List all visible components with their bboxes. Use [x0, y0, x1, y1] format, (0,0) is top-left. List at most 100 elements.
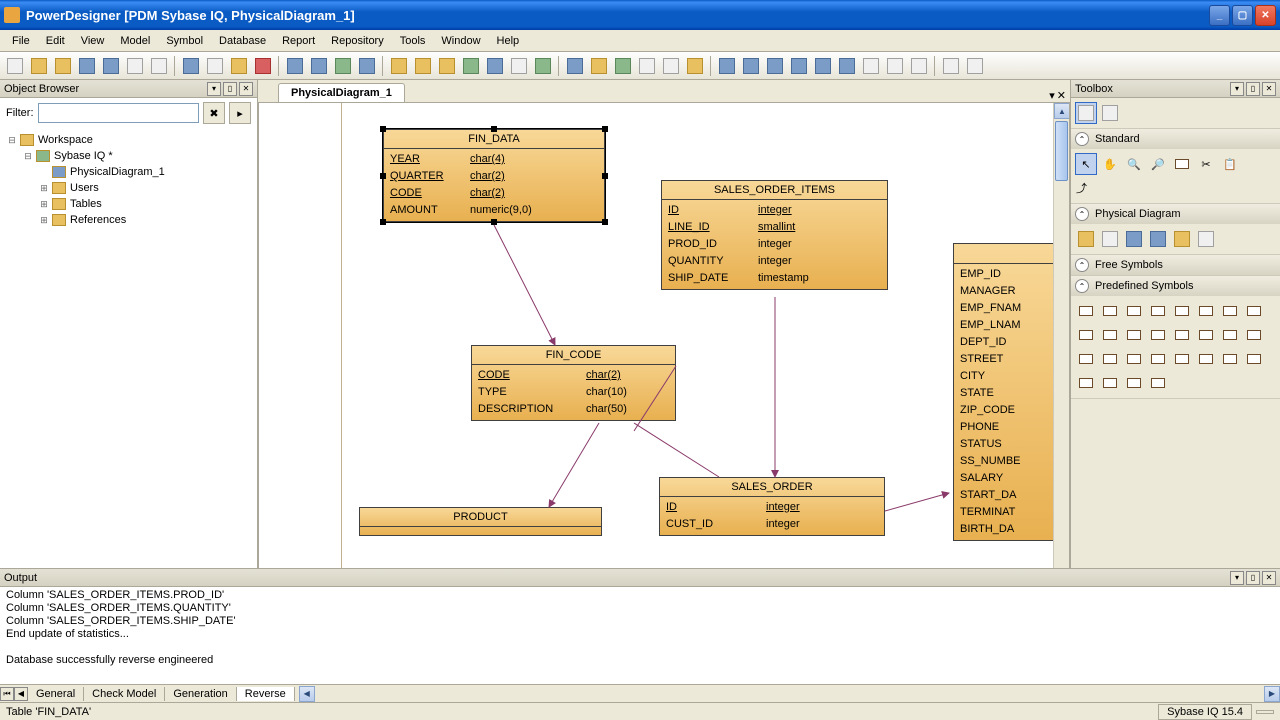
- output-close-button[interactable]: ✕: [1262, 571, 1276, 585]
- tool-procedure[interactable]: [1171, 228, 1193, 250]
- tbx-grid1[interactable]: [1075, 102, 1097, 124]
- tb-undo[interactable]: [284, 55, 306, 77]
- entity-product[interactable]: PRODUCT: [359, 507, 602, 536]
- tb-print[interactable]: [148, 55, 170, 77]
- tree-diagram[interactable]: PhysicalDiagram_1: [0, 164, 257, 180]
- tool-connector[interactable]: ⤴: [1075, 177, 1276, 199]
- predef-shape[interactable]: [1147, 324, 1169, 346]
- tool-reference[interactable]: [1123, 228, 1145, 250]
- oscroll-left[interactable]: ◀: [299, 686, 315, 702]
- predef-shape[interactable]: [1195, 348, 1217, 370]
- tool-zoom-in[interactable]: 🔍: [1123, 153, 1145, 175]
- otab-reverse[interactable]: Reverse: [237, 687, 295, 701]
- tb-text[interactable]: [612, 55, 634, 77]
- tool-zoom-out[interactable]: 🔎: [1147, 153, 1169, 175]
- tb-db5[interactable]: [484, 55, 506, 77]
- tb-web[interactable]: [356, 55, 378, 77]
- minimize-button[interactable]: _: [1209, 5, 1230, 26]
- menu-database[interactable]: Database: [211, 33, 274, 49]
- tb-align1[interactable]: [636, 55, 658, 77]
- tree-users[interactable]: ⊞Users: [0, 180, 257, 196]
- tb-print-preview[interactable]: [124, 55, 146, 77]
- predef-shape[interactable]: [1243, 300, 1265, 322]
- tool-table[interactable]: [1075, 228, 1097, 250]
- menu-repository[interactable]: Repository: [323, 33, 392, 49]
- menu-edit[interactable]: Edit: [38, 33, 73, 49]
- tb-impact[interactable]: [588, 55, 610, 77]
- tb-layout4[interactable]: [788, 55, 810, 77]
- tb-view2[interactable]: [884, 55, 906, 77]
- tool-view[interactable]: [1099, 228, 1121, 250]
- tb-redo[interactable]: [308, 55, 330, 77]
- predef-shape[interactable]: [1123, 324, 1145, 346]
- predef-shape[interactable]: [1099, 324, 1121, 346]
- predef-shape[interactable]: [1171, 300, 1193, 322]
- predef-shape[interactable]: [1099, 300, 1121, 322]
- tbx-grid2[interactable]: [1099, 102, 1121, 124]
- output-pin-button[interactable]: ▯: [1246, 571, 1260, 585]
- tb-layout2[interactable]: [740, 55, 762, 77]
- tb-db4[interactable]: [460, 55, 482, 77]
- tb-cut[interactable]: [180, 55, 202, 77]
- tb-db1[interactable]: [388, 55, 410, 77]
- canvas-close-button[interactable]: ✕: [1057, 89, 1066, 102]
- browser-dropdown-button[interactable]: ▾: [207, 82, 221, 96]
- tb-saveall[interactable]: [100, 55, 122, 77]
- tb-save[interactable]: [76, 55, 98, 77]
- filter-apply-button[interactable]: ▸: [229, 102, 251, 124]
- tool-pointer[interactable]: ↖: [1075, 153, 1097, 175]
- tb-layout3[interactable]: [764, 55, 786, 77]
- tb-open2[interactable]: [52, 55, 74, 77]
- tb-db3[interactable]: [436, 55, 458, 77]
- predef-shape[interactable]: [1099, 372, 1121, 394]
- menu-symbol[interactable]: Symbol: [158, 33, 211, 49]
- tbx-physical-header[interactable]: ⌃Physical Diagram: [1071, 204, 1280, 224]
- menu-report[interactable]: Report: [274, 33, 323, 49]
- output-dropdown-button[interactable]: ▾: [1230, 571, 1244, 585]
- canvas-dropdown-button[interactable]: ▾: [1049, 89, 1055, 102]
- tb-paste[interactable]: [228, 55, 250, 77]
- predef-shape[interactable]: [1099, 348, 1121, 370]
- predef-shape[interactable]: [1147, 300, 1169, 322]
- maximize-button[interactable]: ▢: [1232, 5, 1253, 26]
- predef-shape[interactable]: [1147, 372, 1169, 394]
- toolbox-pin-button[interactable]: ▯: [1246, 82, 1260, 96]
- predef-shape[interactable]: [1123, 348, 1145, 370]
- close-button[interactable]: ✕: [1255, 5, 1276, 26]
- entity-fin-data[interactable]: FIN_DATA YEARchar(4)QUARTERchar(2)CODEch…: [383, 129, 605, 222]
- predef-shape[interactable]: [1219, 348, 1241, 370]
- tb-copy[interactable]: [204, 55, 226, 77]
- tb-db2[interactable]: [412, 55, 434, 77]
- oscroll-right[interactable]: ▶: [1264, 686, 1280, 702]
- menu-help[interactable]: Help: [489, 33, 528, 49]
- entity-sales-order[interactable]: SALES_ORDER IDintegerCUST_IDinteger: [659, 477, 885, 536]
- tb-find[interactable]: [332, 55, 354, 77]
- predef-shape[interactable]: [1075, 348, 1097, 370]
- tool-paste[interactable]: 📋: [1219, 153, 1241, 175]
- menu-view[interactable]: View: [73, 33, 113, 49]
- tb-print3[interactable]: [964, 55, 986, 77]
- otab-check[interactable]: Check Model: [84, 687, 165, 701]
- otab-general[interactable]: General: [28, 687, 84, 701]
- menu-file[interactable]: File: [4, 33, 38, 49]
- tool-hand[interactable]: ✋: [1099, 153, 1121, 175]
- predef-shape[interactable]: [1171, 324, 1193, 346]
- tb-align2[interactable]: [660, 55, 682, 77]
- predef-shape[interactable]: [1123, 372, 1145, 394]
- otab-first[interactable]: ⏮: [0, 687, 14, 701]
- predef-shape[interactable]: [1171, 348, 1193, 370]
- menu-tools[interactable]: Tools: [392, 33, 434, 49]
- tb-layout1[interactable]: [716, 55, 738, 77]
- tb-open[interactable]: [28, 55, 50, 77]
- vscroll-thumb[interactable]: [1055, 121, 1068, 181]
- menu-model[interactable]: Model: [112, 33, 158, 49]
- browser-pin-button[interactable]: ▯: [223, 82, 237, 96]
- entity-sales-order-items[interactable]: SALES_ORDER_ITEMS IDintegerLINE_IDsmalli…: [661, 180, 888, 290]
- tbx-predefined-header[interactable]: ⌃Predefined Symbols: [1071, 276, 1280, 296]
- tbx-free-header[interactable]: ⌃Free Symbols: [1071, 255, 1280, 275]
- tool-prop[interactable]: [1171, 153, 1193, 175]
- output-body[interactable]: Column 'SALES_ORDER_ITEMS.PROD_ID'Column…: [0, 587, 1280, 684]
- predef-shape[interactable]: [1195, 300, 1217, 322]
- canvas-tab[interactable]: PhysicalDiagram_1: [278, 83, 405, 102]
- tb-new[interactable]: [4, 55, 26, 77]
